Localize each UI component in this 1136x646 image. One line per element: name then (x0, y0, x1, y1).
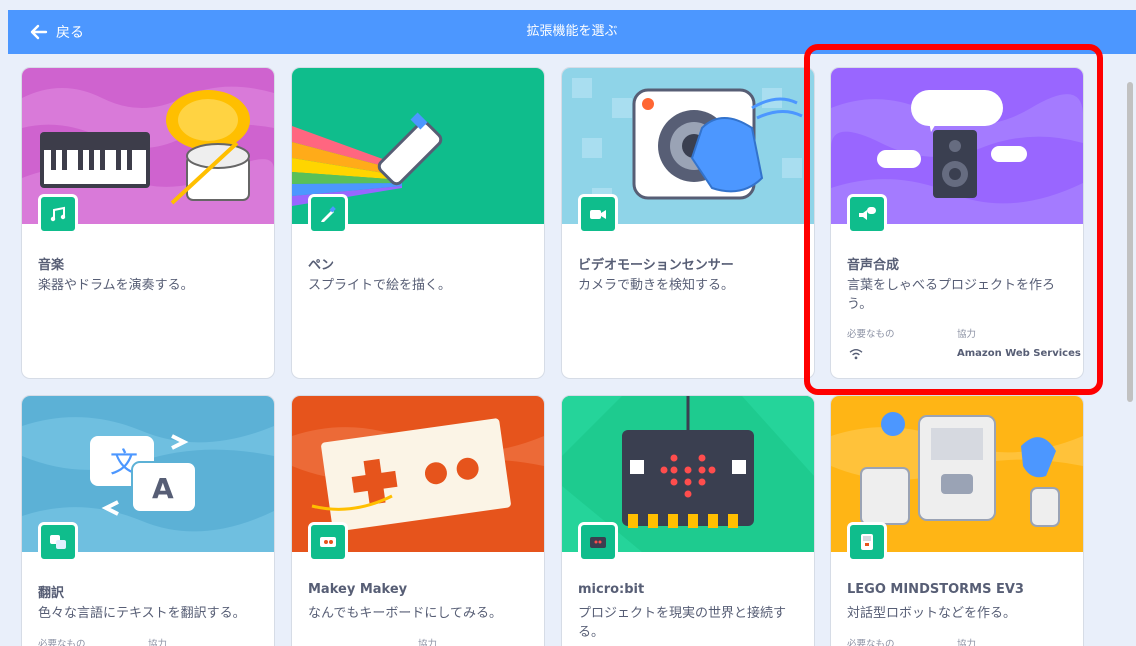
extension-card-translate[interactable]: 文 A 翻訳 色々な言語にテキストを翻訳する。 必要なもの 協力 (22, 396, 274, 646)
microbit-icon (578, 522, 618, 562)
wifi-icon (849, 349, 863, 360)
extension-name: micro:bit (578, 582, 645, 597)
extension-description: スプライトで絵を描く。 (308, 278, 452, 293)
extension-name: ビデオモーションセンサー (578, 258, 734, 273)
partner-label: 協力 (148, 639, 168, 646)
extension-card-microbit[interactable]: micro:bit プロジェクトを現実の世界と接続する。 (562, 396, 814, 646)
ev3-icon (847, 522, 887, 562)
extension-description: 言葉をしゃべるプロジェクトを作ろう。 (847, 278, 1056, 312)
extension-card-video-sensing[interactable]: ビデオモーションセンサー カメラで動きを検知する。 (562, 68, 814, 378)
extension-card-makey-makey[interactable]: Makey Makey なんでもキーボードにしてみる。 協力 (292, 396, 544, 646)
speech-icon (847, 194, 887, 234)
extension-grid: 音楽 楽器やドラムを演奏する。 ペン スプライトで絵を描く。 ビデオモーションセ… (8, 54, 1126, 646)
extension-card-pen[interactable]: ペン スプライトで絵を描く。 (292, 68, 544, 378)
extension-description: カメラで動きを検知する。 (578, 278, 735, 293)
header-bar: 戻る 拡張機能を選ぶ (8, 10, 1136, 54)
partner-label: 協力 (957, 329, 977, 340)
extension-card-music[interactable]: 音楽 楽器やドラムを演奏する。 (22, 68, 274, 378)
scrollbar[interactable] (1126, 58, 1134, 638)
extension-card-lego-ev3[interactable]: LEGO MINDSTORMS EV3 対話型ロボットなどを作る。 必要なもの … (831, 396, 1083, 646)
extension-name: 音楽 (38, 258, 65, 273)
requires-label: 必要なもの (38, 639, 86, 646)
partner-name: Amazon Web Services (957, 348, 1081, 359)
makey-makey-icon (308, 522, 348, 562)
video-camera-icon (578, 194, 618, 234)
svg-text:A: A (152, 472, 174, 505)
partner-label: 協力 (418, 639, 438, 646)
translate-icon (38, 522, 78, 562)
extension-description: なんでもキーボードにしてみる。 (308, 606, 502, 621)
extension-description: 色々な言語にテキストを翻訳する。 (38, 606, 246, 621)
extension-description: プロジェクトを現実の世界と接続する。 (578, 606, 787, 640)
scrollbar-thumb[interactable] (1127, 82, 1133, 402)
extension-name: Makey Makey (308, 582, 408, 597)
extension-name: ペン (308, 258, 335, 273)
extension-name: LEGO MINDSTORMS EV3 (847, 582, 1024, 597)
page-title: 拡張機能を選ぶ (526, 24, 618, 39)
partner-label: 協力 (957, 639, 977, 646)
extension-description: 楽器やドラムを演奏する。 (38, 278, 194, 293)
music-notes-icon (38, 194, 78, 234)
pen-icon (308, 194, 348, 234)
extension-name: 翻訳 (38, 586, 65, 601)
requires-label: 必要なもの (847, 639, 895, 646)
extension-card-text-to-speech[interactable]: 音声合成 言葉をしゃべるプロジェクトを作ろう。 必要なもの 協力 Amazon … (831, 68, 1083, 378)
extension-description: 対話型ロボットなどを作る。 (847, 606, 1017, 621)
requires-label: 必要なもの (847, 329, 895, 340)
extension-name: 音声合成 (847, 258, 900, 273)
